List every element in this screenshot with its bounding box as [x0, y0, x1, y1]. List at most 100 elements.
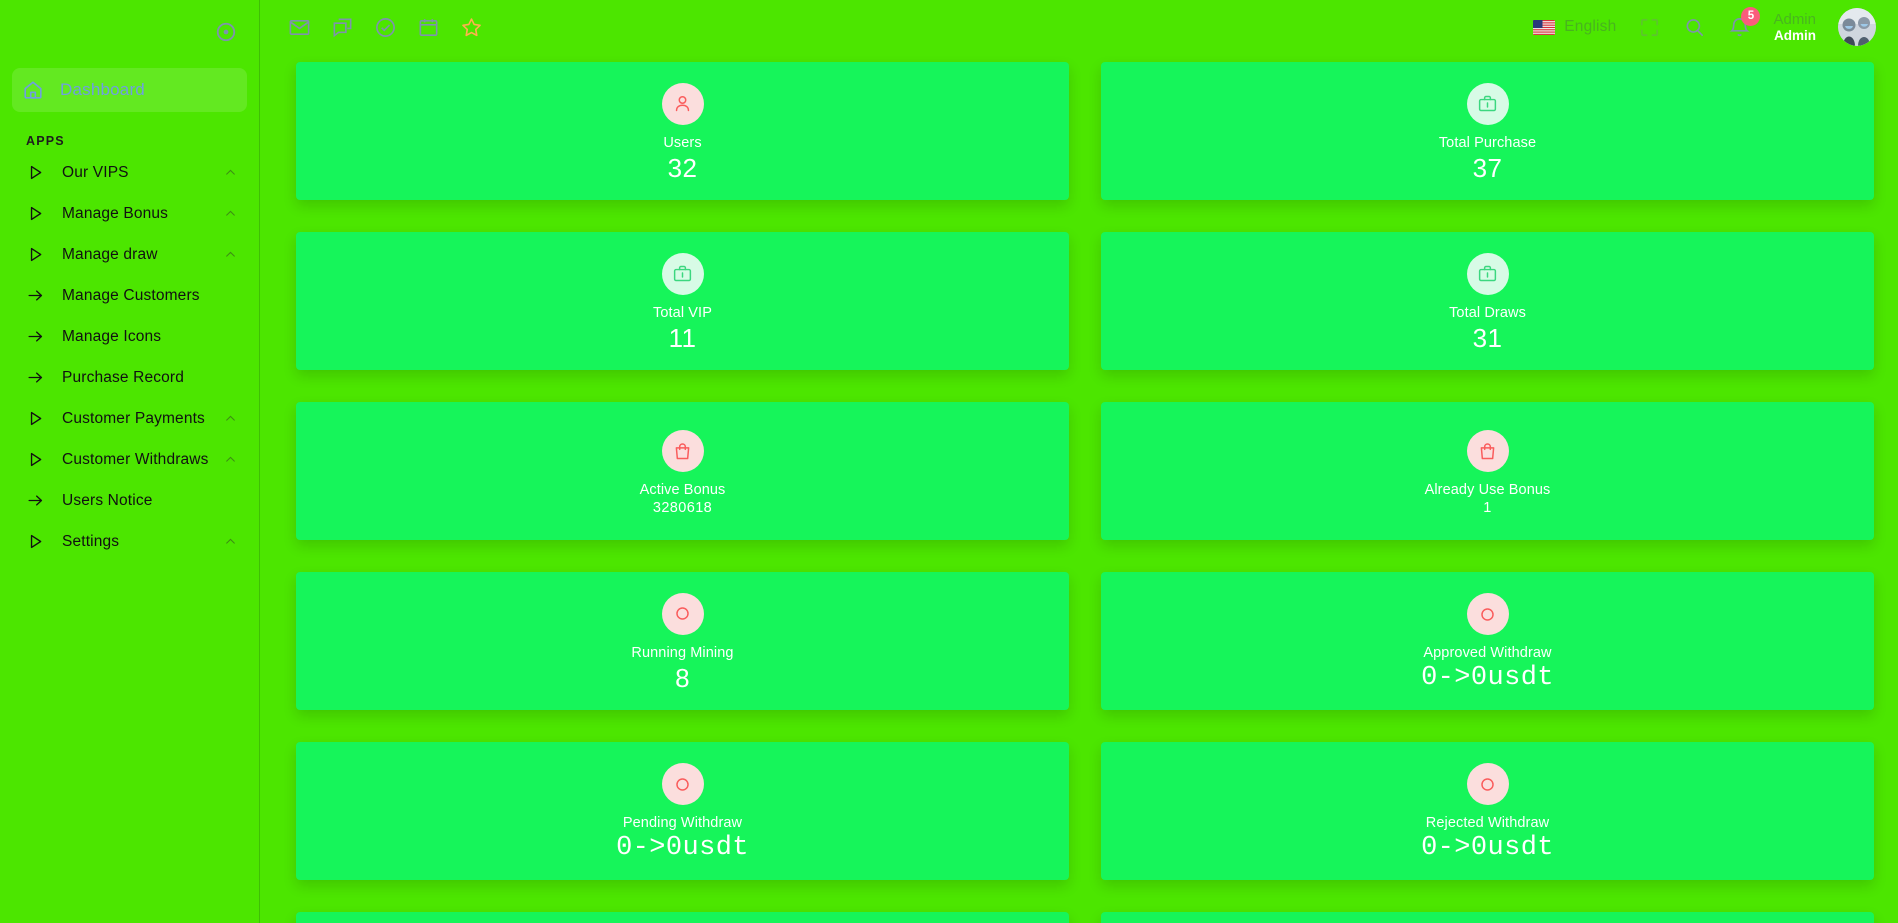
stat-card-approved-withdraw[interactable]: Approved Withdraw 0->0usdt	[1101, 572, 1874, 710]
sidebar-item-manage-customers[interactable]: Manage Customers	[0, 275, 259, 316]
card-row: Running Mining 8 Approved Withdraw 0->0usdt	[296, 572, 1874, 710]
stat-card-label: Approved Withdraw	[1423, 645, 1552, 661]
admin-role: Admin	[1774, 27, 1816, 43]
stat-card-label: Total Purchase	[1438, 134, 1537, 151]
admin-menu[interactable]: Admin Admin	[1773, 11, 1816, 44]
topbar-right: English 5 Admin Admin	[1533, 6, 1876, 46]
sidebar-item-label: Our VIPS	[62, 163, 129, 181]
sidebar-item-label: Manage draw	[62, 245, 158, 263]
stat-card-icon-circle	[661, 82, 704, 125]
stat-card-placeholder[interactable]	[1101, 912, 1874, 923]
arrow-right-icon	[26, 368, 50, 388]
sidebar-section-title: APPS	[26, 134, 65, 148]
sidebar-item-customer-payments[interactable]: Customer Payments	[0, 398, 259, 439]
triangle-icon	[26, 245, 50, 265]
stat-card-icon-circle	[1466, 763, 1509, 805]
home-icon	[22, 79, 44, 101]
card-row: Users 32 Total Purchase 37	[296, 62, 1874, 200]
avatar[interactable]	[1838, 8, 1876, 46]
sidebar-item-label: Users Notice	[62, 491, 153, 509]
stat-card-value: 0->0usdt	[1421, 833, 1554, 863]
shopping-bag-icon	[1480, 442, 1495, 459]
notification-badge: 5	[1741, 6, 1761, 26]
calendar-icon[interactable]	[417, 16, 440, 39]
stat-card-total-vip[interactable]: Total VIP 11	[296, 232, 1069, 370]
sidebar: Dashboard APPS Our VIPS Manage Bonus Manag…	[0, 0, 260, 923]
stat-card-icon-circle	[661, 430, 704, 472]
star-icon[interactable]	[460, 16, 483, 39]
stat-card-icon-circle	[1466, 430, 1509, 472]
sidebar-item-dashboard[interactable]: Dashboard	[12, 68, 247, 112]
sidebar-item-customer-withdraws[interactable]: Customer Withdraws	[0, 439, 259, 480]
circle-icon	[676, 777, 689, 791]
chat-icon[interactable]	[331, 16, 354, 39]
fullscreen-icon[interactable]	[1638, 16, 1661, 39]
circle-icon	[1481, 777, 1494, 791]
card-row: Active Bonus 3280618 Already Use Bonus 1	[296, 402, 1874, 540]
triangle-icon	[26, 409, 50, 429]
arrow-right-icon	[26, 286, 50, 306]
stat-card-users[interactable]: Users 32	[296, 62, 1069, 200]
circle-icon	[676, 607, 689, 620]
card-row	[296, 912, 1874, 923]
sidebar-item-label: Purchase Record	[62, 368, 185, 386]
circle-icon	[1481, 607, 1494, 621]
stat-card-icon-circle	[661, 763, 704, 805]
sidebar-item-manage-draw[interactable]: Manage draw	[0, 234, 259, 275]
sidebar-item-our-vips[interactable]: Our VIPS	[0, 152, 259, 193]
main-area: English 5 Admin Admin Users 32 Total Pur…	[260, 0, 1898, 923]
stat-card-icon-circle	[1466, 252, 1509, 295]
notifications-button[interactable]: 5	[1728, 6, 1761, 39]
mail-icon[interactable]	[288, 16, 311, 39]
language-selector[interactable]: English	[1533, 18, 1616, 36]
sidebar-item-label: Dashboard	[60, 80, 145, 99]
stat-card-value: 3280618	[652, 500, 713, 516]
admin-name: Admin	[1773, 10, 1816, 28]
sidebar-item-label: Customer Withdraws	[62, 450, 209, 468]
stat-card-total-purchase[interactable]: Total Purchase 37	[1101, 62, 1874, 200]
triangle-icon	[26, 163, 50, 183]
stat-card-value: 0->0usdt	[1421, 663, 1554, 693]
search-icon[interactable]	[1683, 16, 1706, 39]
card-row: Pending Withdraw 0->0usdt Rejected Withdra…	[296, 742, 1874, 880]
sidebar-item-label: Manage Bonus	[62, 204, 169, 222]
stat-card-label: Users	[663, 134, 702, 151]
sidebar-item-users-notice[interactable]: Users Notice	[0, 480, 259, 521]
stat-card-total-draws[interactable]: Total Draws 31	[1101, 232, 1874, 370]
triangle-icon	[26, 204, 50, 224]
sidebar-item-purchase-record[interactable]: Purchase Record	[0, 357, 259, 398]
chevron-up-icon	[226, 169, 235, 175]
card-row: Total VIP 11 Total Draws 31	[296, 232, 1874, 370]
sidebar-item-manage-icons[interactable]: Manage Icons	[0, 316, 259, 357]
arrow-right-icon	[26, 491, 50, 511]
sidebar-item-label: Manage Icons	[62, 327, 162, 345]
sidebar-item-label: Settings	[62, 532, 120, 550]
stat-card-running-mining[interactable]: Running Mining 8	[296, 572, 1069, 710]
triangle-icon	[26, 532, 50, 552]
stat-card-label: Total VIP	[653, 304, 712, 321]
stat-card-value: 32	[667, 152, 698, 183]
stat-card-value: 11	[668, 322, 697, 353]
stat-card-already-use-bonus[interactable]: Already Use Bonus 1	[1101, 402, 1874, 540]
stat-card-placeholder[interactable]	[296, 912, 1069, 923]
sidebar-item-settings[interactable]: Settings	[0, 521, 259, 562]
stat-card-label: Active Bonus	[639, 482, 726, 498]
stat-card-value: 31	[1472, 322, 1503, 353]
circle-dot-icon[interactable]	[215, 21, 237, 43]
stat-card-active-bonus[interactable]: Active Bonus 3280618	[296, 402, 1069, 540]
chevron-up-icon	[226, 210, 235, 216]
stat-card-label: Total Draws	[1449, 304, 1526, 321]
stat-card-icon-circle	[1466, 593, 1509, 635]
stat-card-pending-withdraw[interactable]: Pending Withdraw 0->0usdt	[296, 742, 1069, 880]
sidebar-item-manage-bonus[interactable]: Manage Bonus	[0, 193, 259, 234]
stat-card-label: Rejected Withdraw	[1425, 815, 1550, 831]
language-label: English	[1564, 18, 1617, 35]
stat-card-rejected-withdraw[interactable]: Rejected Withdraw 0->0usdt	[1101, 742, 1874, 880]
shopping-bag-icon	[675, 442, 690, 459]
briefcase-icon	[673, 265, 692, 282]
topbar-left-icons	[288, 16, 483, 39]
arrow-right-icon	[26, 327, 50, 347]
chevron-up-icon	[226, 456, 235, 462]
check-circle-icon[interactable]	[374, 16, 397, 39]
briefcase-icon	[1478, 265, 1497, 282]
